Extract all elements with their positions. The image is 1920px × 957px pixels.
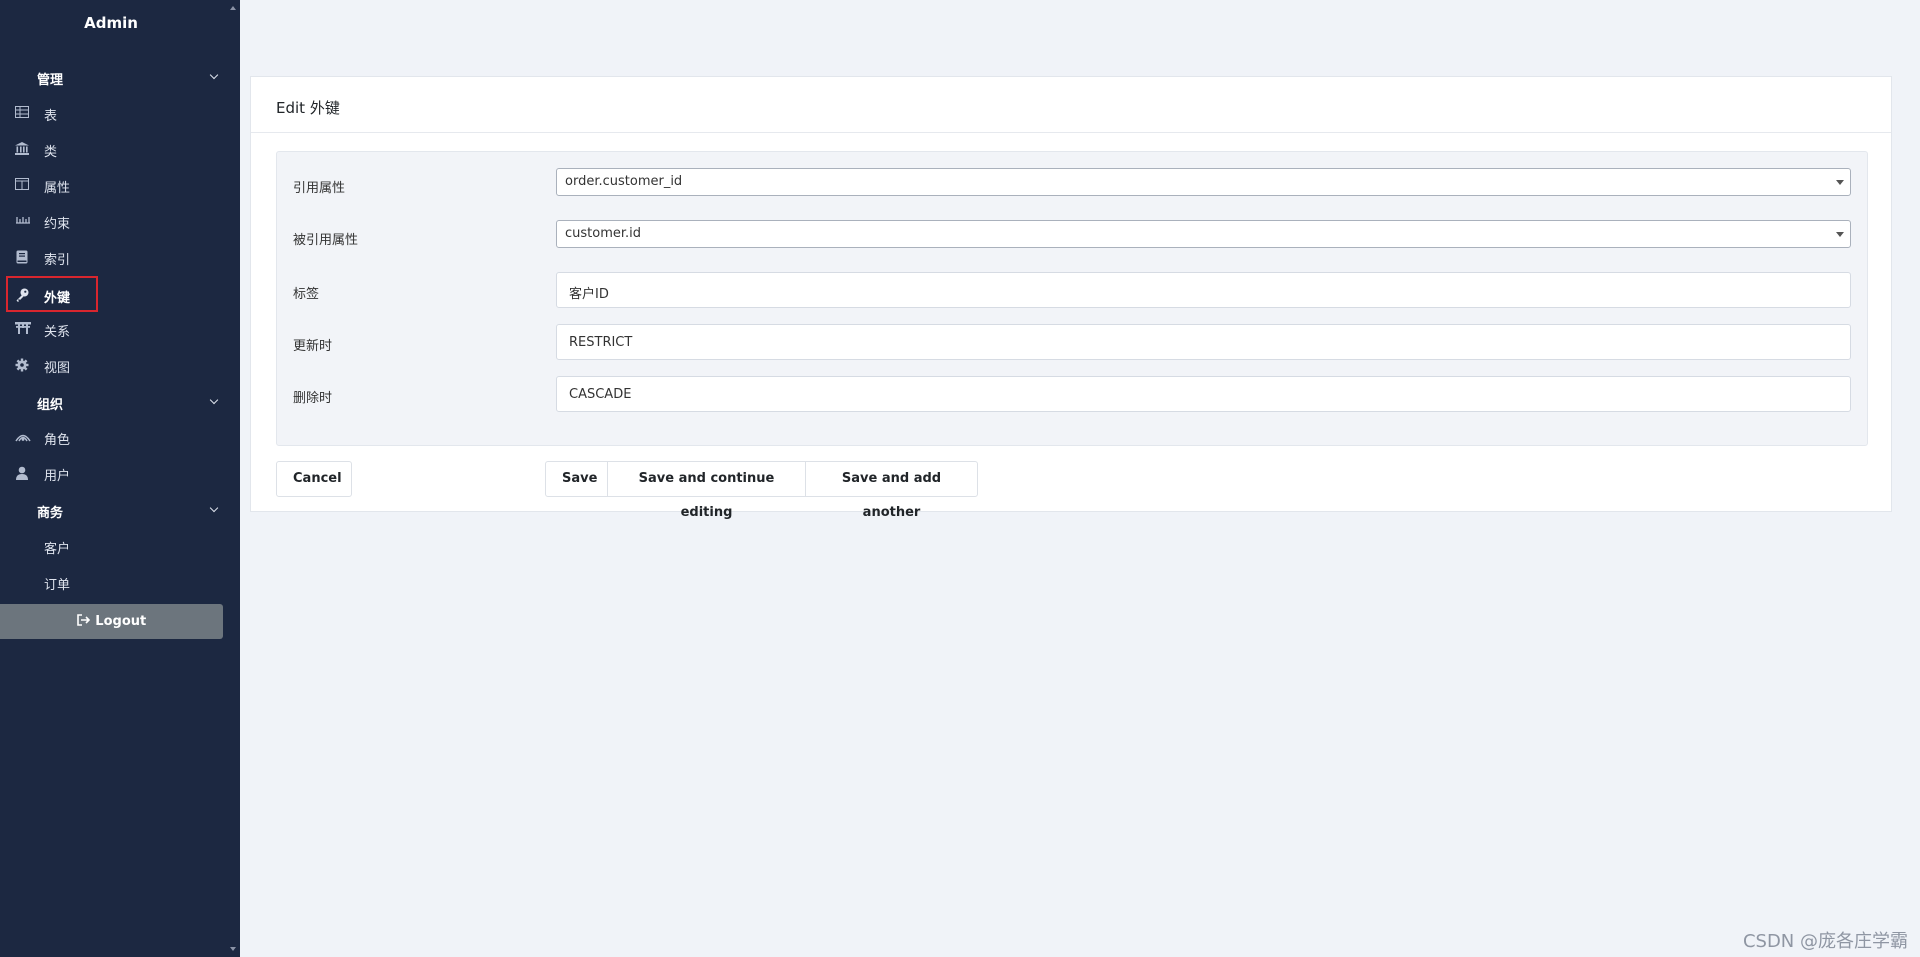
sidebar-item-label: 类: [44, 145, 58, 160]
field-label: 标签: [293, 287, 320, 302]
section-header-business[interactable]: 商务: [37, 502, 219, 521]
on-update-input[interactable]: RESTRICT: [556, 324, 1851, 360]
scroll-up-arrow-icon[interactable]: [230, 6, 236, 10]
sidebar-item-relation[interactable]: 关系: [6, 314, 94, 344]
field-row-referencing-attribute: 引用属性 order.customer_id: [293, 168, 1851, 204]
sidebar-item-class[interactable]: 类: [6, 134, 94, 164]
caret-down-icon: [1836, 232, 1844, 237]
caret-down-icon: [1836, 180, 1844, 185]
field-row-on-delete: 删除时 CASCADE: [293, 376, 1851, 412]
save-continue-button[interactable]: Save and continue editing: [607, 461, 806, 520]
sidebar-item-label: 用户: [44, 469, 71, 484]
sidebar-item-label: 视图: [44, 361, 71, 376]
ruler-icon: [15, 214, 30, 228]
sidebar-item-attribute[interactable]: 属性: [6, 170, 94, 200]
torii-icon: [15, 322, 31, 336]
table-icon: [15, 106, 29, 120]
sidebar-item-label: 外键: [44, 291, 71, 306]
sidebar-item-role[interactable]: 角色: [6, 422, 94, 452]
section-header-organization[interactable]: 组织: [37, 394, 219, 413]
book-icon: [15, 250, 29, 264]
sidebar-item-user[interactable]: 用户: [6, 458, 94, 488]
logout-label: Logout: [95, 614, 147, 629]
sidebar-item-foreign-key[interactable]: 外键: [6, 276, 98, 312]
sidebar-item-label: 约束: [44, 217, 71, 232]
select-value: customer.id: [565, 226, 642, 241]
section-header-manage[interactable]: 管理: [37, 69, 219, 88]
cog-icon: [15, 358, 29, 372]
field-row-referenced-attribute: 被引用属性 customer.id: [293, 220, 1851, 256]
key-icon: [15, 288, 29, 302]
columns-icon: [15, 178, 29, 192]
sign-out-icon: [76, 614, 95, 629]
sidebar-item-label: 表: [44, 109, 58, 124]
sidebar-item-table[interactable]: 表: [6, 98, 94, 128]
sidebar-item-label: 属性: [44, 181, 71, 196]
section-title: 组织: [37, 398, 64, 413]
logout-button[interactable]: Logout: [0, 604, 223, 639]
sidebar: Admin 管理 表 类 属性 约束 索引 外键 关系 视图 组织 角色 用户 …: [0, 0, 240, 957]
referenced-attribute-select[interactable]: customer.id: [556, 220, 1851, 248]
sidebar-item-view[interactable]: 视图: [6, 350, 94, 380]
sidebar-item-label: 关系: [44, 325, 71, 340]
form-fields: 引用属性 order.customer_id 被引用属性 customer.id…: [276, 151, 1868, 446]
field-label: 被引用属性: [293, 233, 359, 248]
sidebar-item-constraint[interactable]: 约束: [6, 206, 94, 236]
chevron-down-icon: [209, 503, 219, 513]
section-title: 商务: [37, 506, 64, 521]
sidebar-item-order[interactable]: 订单: [44, 574, 70, 593]
chevron-down-icon: [209, 70, 219, 80]
field-label: 更新时: [293, 339, 333, 354]
field-label: 引用属性: [293, 181, 346, 196]
sidebar-item-label: 索引: [44, 253, 71, 268]
field-row-label: 标签 客户ID: [293, 272, 1851, 308]
user-icon: [15, 466, 29, 480]
scroll-down-arrow-icon[interactable]: [230, 947, 236, 951]
card-title: Edit 外键: [251, 77, 1891, 133]
select-value: order.customer_id: [565, 174, 683, 189]
institution-icon: [15, 142, 29, 156]
sidebar-item-customer[interactable]: 客户: [44, 538, 70, 557]
field-label: 删除时: [293, 391, 333, 406]
on-delete-input[interactable]: CASCADE: [556, 376, 1851, 412]
watermark: CSDN @庞各庄学霸: [1742, 931, 1908, 952]
users-icon: [15, 430, 31, 444]
sidebar-item-index[interactable]: 索引: [6, 242, 94, 272]
cancel-button[interactable]: Cancel: [276, 461, 352, 497]
save-add-another-button[interactable]: Save and add another: [805, 461, 978, 520]
chevron-down-icon: [209, 395, 219, 405]
field-row-on-update: 更新时 RESTRICT: [293, 324, 1851, 360]
label-input[interactable]: 客户ID: [556, 272, 1851, 308]
section-title: 管理: [37, 73, 64, 88]
referencing-attribute-select[interactable]: order.customer_id: [556, 168, 1851, 196]
brand-title[interactable]: Admin: [0, 14, 222, 32]
edit-card: Edit 外键 引用属性 order.customer_id 被引用属性 cus…: [250, 76, 1892, 520]
save-button[interactable]: Save: [545, 461, 608, 497]
sidebar-item-label: 角色: [44, 433, 71, 448]
